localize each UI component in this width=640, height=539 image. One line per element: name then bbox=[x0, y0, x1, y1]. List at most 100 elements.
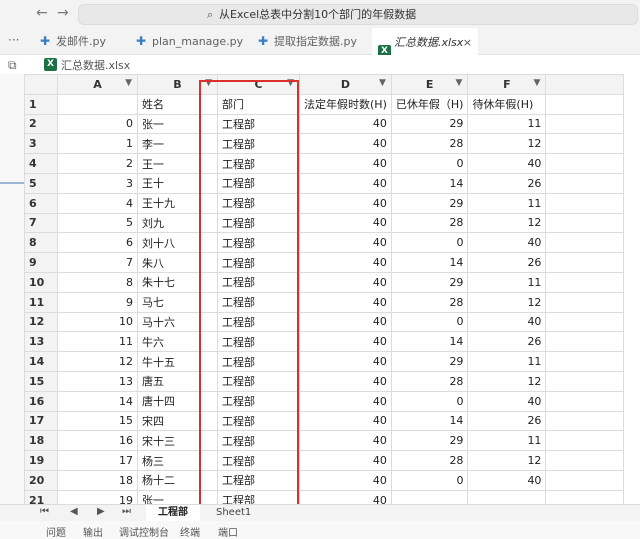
row-header[interactable]: 19 bbox=[24, 450, 58, 471]
cell-f[interactable]: 40 bbox=[467, 469, 547, 491]
cell-g[interactable] bbox=[545, 430, 625, 452]
cell-b[interactable]: 唐十四 bbox=[137, 390, 218, 412]
prev-sheet-icon[interactable]: ◀ bbox=[70, 506, 78, 517]
cell-d[interactable]: 40 bbox=[299, 489, 392, 504]
cell-e[interactable]: 29 bbox=[390, 192, 469, 214]
cell-d[interactable]: 40 bbox=[299, 410, 392, 432]
cell-b[interactable]: 马七 bbox=[137, 291, 218, 313]
panel-tab-debug-console[interactable]: 调试控制台 bbox=[119, 524, 169, 539]
cell-d[interactable]: 40 bbox=[299, 252, 392, 273]
column-header-d[interactable]: D ▼ bbox=[299, 74, 392, 95]
cell-e[interactable]: 14 bbox=[390, 331, 469, 353]
cell-f[interactable]: 26 bbox=[467, 331, 547, 353]
cell-d[interactable]: 40 bbox=[299, 351, 392, 372]
cell-b[interactable]: 李一 bbox=[137, 133, 218, 155]
column-header-g[interactable] bbox=[545, 74, 625, 95]
cell-g[interactable] bbox=[545, 232, 625, 254]
cell-e[interactable]: 29 bbox=[390, 351, 469, 372]
cell-c[interactable]: 工程部 bbox=[217, 252, 300, 273]
cell-e[interactable]: 29 bbox=[390, 113, 469, 135]
cell-c[interactable]: 工程部 bbox=[217, 153, 300, 174]
cell-f[interactable]: 12 bbox=[467, 291, 547, 313]
cell-a[interactable] bbox=[57, 93, 138, 115]
cell-a[interactable]: 6 bbox=[57, 232, 138, 254]
cell-a[interactable]: 9 bbox=[57, 291, 138, 313]
panel-tab-ports[interactable]: 端口 bbox=[218, 524, 238, 539]
cell-a[interactable]: 0 bbox=[57, 113, 138, 135]
row-header[interactable]: 6 bbox=[24, 192, 58, 214]
cell-f[interactable]: 40 bbox=[467, 153, 547, 174]
cell-g[interactable] bbox=[545, 351, 625, 372]
cell-e[interactable]: 0 bbox=[390, 469, 469, 491]
tab-fa-you-jian[interactable]: ✚ 发邮件.py bbox=[34, 28, 132, 55]
cell-b[interactable]: 唐五 bbox=[137, 370, 218, 392]
cell-f[interactable]: 待休年假(H) bbox=[467, 93, 547, 115]
cell-g[interactable] bbox=[545, 370, 625, 392]
first-sheet-icon[interactable]: ⏮ bbox=[40, 506, 49, 517]
cell-f[interactable]: 40 bbox=[467, 311, 547, 333]
cell-f[interactable]: 26 bbox=[467, 172, 547, 194]
row-header[interactable]: 9 bbox=[24, 252, 58, 273]
cell-f[interactable]: 26 bbox=[467, 410, 547, 432]
forward-arrow-icon[interactable]: → bbox=[57, 5, 69, 21]
cell-a[interactable]: 7 bbox=[57, 252, 138, 273]
filter-icon[interactable]: ▼ bbox=[379, 78, 386, 88]
spreadsheet-grid[interactable]: A ▼ B ▼ C ▼ D ▼ E ▼ F ▼ 1 姓名 部门 法定年假时数(H) 已休年假（H) 待… bbox=[24, 74, 640, 504]
cell-d[interactable]: 40 bbox=[299, 133, 392, 155]
cell-f[interactable]: 40 bbox=[467, 232, 547, 254]
row-header[interactable]: 10 bbox=[24, 271, 58, 293]
cell-d[interactable]: 40 bbox=[299, 212, 392, 234]
cell-f[interactable]: 40 bbox=[467, 390, 547, 412]
cell-a[interactable]: 1 bbox=[57, 133, 138, 155]
cell-e[interactable]: 28 bbox=[390, 370, 469, 392]
cell-g[interactable] bbox=[545, 271, 625, 293]
cell-b[interactable]: 姓名 bbox=[137, 93, 218, 115]
cell-c[interactable]: 工程部 bbox=[217, 113, 300, 135]
cell-a[interactable]: 16 bbox=[57, 430, 138, 452]
cell-d[interactable]: 40 bbox=[299, 271, 392, 293]
cell-d[interactable]: 40 bbox=[299, 370, 392, 392]
cell-g[interactable] bbox=[545, 311, 625, 333]
filter-icon[interactable]: ▼ bbox=[205, 78, 212, 88]
cell-c[interactable]: 工程部 bbox=[217, 133, 300, 155]
cell-b[interactable]: 朱十七 bbox=[137, 271, 218, 293]
cell-d[interactable]: 法定年假时数(H) bbox=[299, 93, 392, 115]
cell-b[interactable]: 张一 bbox=[137, 489, 218, 504]
row-header[interactable]: 17 bbox=[24, 410, 58, 432]
cell-e[interactable]: 0 bbox=[390, 390, 469, 412]
cell-b[interactable]: 宋四 bbox=[137, 410, 218, 432]
cell-c[interactable]: 工程部 bbox=[217, 430, 300, 452]
cell-g[interactable] bbox=[545, 93, 625, 115]
cell-d[interactable]: 40 bbox=[299, 232, 392, 254]
cell-d[interactable]: 40 bbox=[299, 192, 392, 214]
cell-d[interactable]: 40 bbox=[299, 291, 392, 313]
cell-g[interactable] bbox=[545, 192, 625, 214]
row-header[interactable]: 18 bbox=[24, 430, 58, 452]
row-header[interactable]: 7 bbox=[24, 212, 58, 234]
tab-hui-zong-shu-ju[interactable]: X 汇总数据.xlsx × bbox=[372, 28, 478, 58]
filter-icon[interactable]: ▼ bbox=[287, 78, 294, 88]
cell-b[interactable]: 宋十三 bbox=[137, 430, 218, 452]
cell-d[interactable]: 40 bbox=[299, 469, 392, 491]
cell-b[interactable]: 杨十二 bbox=[137, 469, 218, 491]
cell-e[interactable]: 已休年假（H) bbox=[390, 93, 469, 115]
panel-tab-output[interactable]: 输出 bbox=[83, 524, 103, 539]
column-header-c[interactable]: C ▼ bbox=[217, 74, 300, 95]
cell-d[interactable]: 40 bbox=[299, 172, 392, 194]
row-header[interactable]: 12 bbox=[24, 311, 58, 333]
cell-f[interactable]: 11 bbox=[467, 113, 547, 135]
cell-f[interactable]: 11 bbox=[467, 430, 547, 452]
cell-a[interactable]: 18 bbox=[57, 469, 138, 491]
cell-c[interactable]: 工程部 bbox=[217, 232, 300, 254]
cell-c[interactable]: 部门 bbox=[217, 93, 300, 115]
row-header[interactable]: 4 bbox=[24, 153, 58, 174]
cell-g[interactable] bbox=[545, 489, 625, 504]
cell-f[interactable]: 26 bbox=[467, 252, 547, 273]
cell-e[interactable]: 28 bbox=[390, 133, 469, 155]
cell-b[interactable]: 刘十八 bbox=[137, 232, 218, 254]
cell-a[interactable]: 2 bbox=[57, 153, 138, 174]
cell-a[interactable]: 17 bbox=[57, 450, 138, 471]
row-header[interactable]: 21 bbox=[24, 489, 58, 504]
panel-tab-terminal[interactable]: 终端 bbox=[180, 524, 200, 539]
cell-g[interactable] bbox=[545, 252, 625, 273]
